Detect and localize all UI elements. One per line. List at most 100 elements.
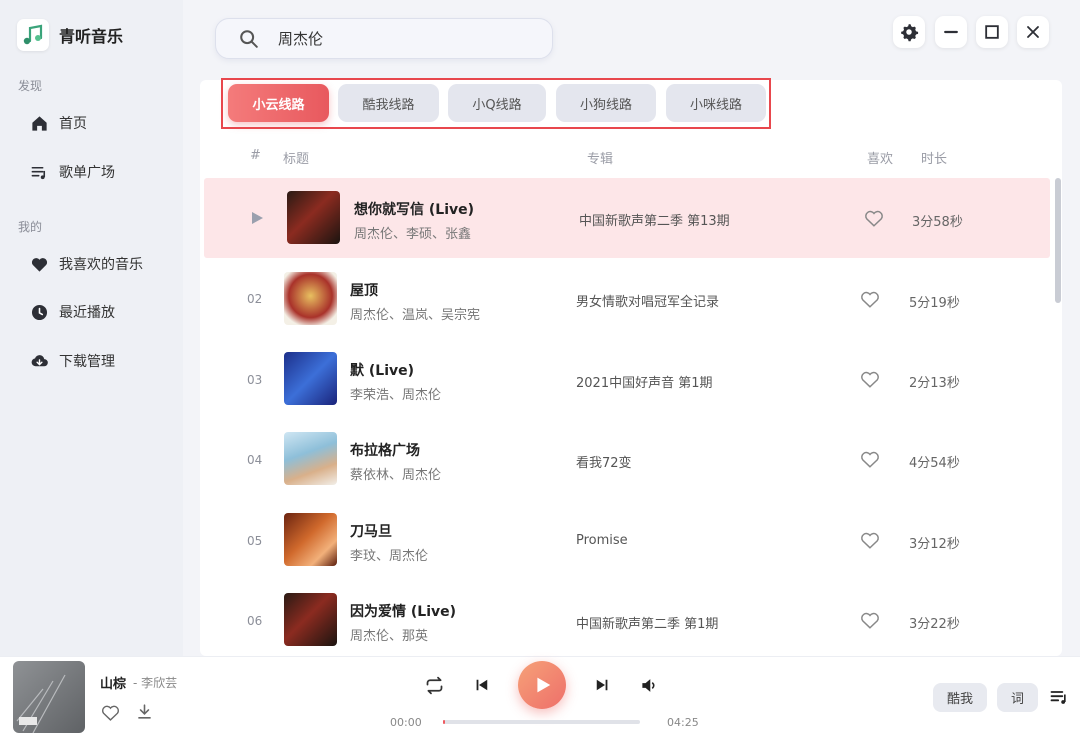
play-icon[interactable] [249,210,265,226]
maximize-icon [985,25,999,39]
route-button-xiaoq[interactable]: 小Q线路 [448,84,546,122]
song-artists[interactable]: 周杰伦、那英 [350,625,428,644]
section-discover: 发现 [18,79,43,93]
column-header-album[interactable]: 专辑 [587,148,613,167]
album-cover [284,513,337,566]
settings-button[interactable] [893,16,925,48]
row-number: 03 [247,373,263,387]
clock-icon [31,304,48,320]
song-artists[interactable]: 周杰伦、李硕、张鑫 [354,223,471,242]
table-row[interactable]: 05 刀马旦 李玟、周杰伦 Promise 3分12秒 [204,500,1050,580]
heart-outline-icon[interactable] [859,529,881,551]
album-cover [284,593,337,646]
heart-outline-icon[interactable] [859,368,881,390]
song-artists[interactable]: 李荣浩、周杰伦 [350,384,441,403]
music-note-icon [17,19,49,51]
song-duration: 3分12秒 [909,537,960,552]
song-album[interactable]: 2021中国好声音 第1期 [576,372,713,391]
heart-outline-icon[interactable] [859,288,881,310]
album-cover [284,272,337,325]
next-icon[interactable] [593,676,611,694]
table-row[interactable]: 04 布拉格广场 蔡依林、周杰伦 看我72变 4分54秒 [204,419,1050,499]
album-cover [287,191,340,244]
song-artists[interactable]: 蔡依林、周杰伦 [350,464,441,483]
search-input[interactable] [278,29,498,48]
song-artists[interactable]: 周杰伦、温岚、吴宗宪 [350,304,480,323]
album-cover [284,432,337,485]
gear-icon [901,24,919,42]
song-title: 刀马旦 [350,524,392,540]
close-button[interactable] [1017,16,1049,48]
now-playing-cover[interactable] [13,661,85,733]
route-button-xiaoyun[interactable]: 小云线路 [228,84,329,122]
search-bar[interactable] [215,18,553,59]
song-title: 默 (Live) [350,363,415,379]
playlist-queue-icon[interactable] [1049,687,1069,707]
song-title: 布拉格广场 [350,443,420,459]
song-duration: 3分58秒 [912,215,963,230]
heart-icon [31,257,48,272]
now-playing-artist: - 李欣芸 [133,676,178,690]
song-artists[interactable]: 李玟、周杰伦 [350,545,428,564]
sidebar-item-playlist-square[interactable]: 歌单广场 [30,162,115,182]
play-icon [537,677,551,693]
sidebar: 青听音乐 发现 首页 歌单广场 我的 我喜欢的音乐 最近播放 下载管理 [0,0,183,656]
song-album[interactable]: Promise [576,533,628,548]
column-header-duration[interactable]: 时长 [921,148,947,167]
route-button-kuwo[interactable]: 酷我线路 [338,84,439,122]
column-header-like: 喜欢 [867,152,894,167]
minimize-button[interactable] [935,16,967,48]
sidebar-item-recent[interactable]: 最近播放 [30,302,115,322]
heart-outline-icon[interactable] [100,702,121,723]
sidebar-item-downloads[interactable]: 下载管理 [30,351,115,371]
sidebar-item-home[interactable]: 首页 [30,113,87,133]
playlist-icon [31,166,46,179]
table-row[interactable]: 03 默 (Live) 李荣浩、周杰伦 2021中国好声音 第1期 2分13秒 [204,339,1050,419]
sidebar-item-liked-music[interactable]: 我喜欢的音乐 [30,254,143,274]
maximize-button[interactable] [976,16,1008,48]
heart-outline-icon[interactable] [859,609,881,631]
play-button[interactable] [518,661,566,709]
table-row[interactable]: 02 屋顶 周杰伦、温岚、吴宗宪 男女情歌对唱冠军全记录 5分19秒 [204,259,1050,339]
section-mine: 我的 [18,220,43,234]
close-icon [1027,26,1039,38]
scrollbar-thumb[interactable] [1055,178,1061,303]
table-row[interactable]: 06 因为爱情 (Live) 周杰伦、那英 中国新歌声第二季 第1期 3分22秒 [204,580,1050,656]
song-duration: 2分13秒 [909,376,960,391]
repeat-icon[interactable] [424,675,445,696]
previous-icon[interactable] [473,676,491,694]
song-album[interactable]: 看我72变 [576,452,632,471]
sidebar-item-label: 最近播放 [59,305,115,321]
row-number: 05 [247,534,263,548]
home-icon [32,115,47,131]
route-button-xiaomi[interactable]: 小咪线路 [666,84,766,122]
song-duration: 5分19秒 [909,296,960,311]
heart-outline-icon[interactable] [863,207,885,229]
app-logo: 青听音乐 [17,19,123,51]
column-header-num: # [250,148,261,163]
song-title: 因为爱情 (Live) [350,604,457,620]
source-button[interactable]: 酷我 [933,683,987,712]
route-button-xiaogou[interactable]: 小狗线路 [556,84,656,122]
current-time: 00:00 [390,716,422,729]
column-header-title[interactable]: 标题 [283,148,309,167]
row-number: 06 [247,614,263,628]
row-number: 02 [247,292,263,306]
song-title: 屋顶 [350,283,378,299]
cloud-download-icon [31,354,48,366]
sidebar-item-label: 歌单广场 [59,165,115,181]
heart-outline-icon[interactable] [859,448,881,470]
progress-track[interactable] [443,720,640,724]
lyrics-button[interactable]: 词 [997,683,1038,712]
table-row[interactable]: 想你就写信 (Live) 周杰伦、李硕、张鑫 中国新歌声第二季 第13期 3分5… [204,178,1050,258]
minimize-icon [944,30,958,34]
song-album[interactable]: 中国新歌声第二季 第13期 [579,210,730,229]
song-album[interactable]: 中国新歌声第二季 第1期 [576,613,718,632]
download-icon[interactable] [135,702,154,721]
volume-icon[interactable] [640,676,659,695]
sidebar-item-label: 下载管理 [59,354,115,370]
song-duration: 3分22秒 [909,617,960,632]
cover-art-icon [16,674,66,733]
song-title: 想你就写信 (Live) [354,202,475,218]
song-album[interactable]: 男女情歌对唱冠军全记录 [576,291,719,310]
